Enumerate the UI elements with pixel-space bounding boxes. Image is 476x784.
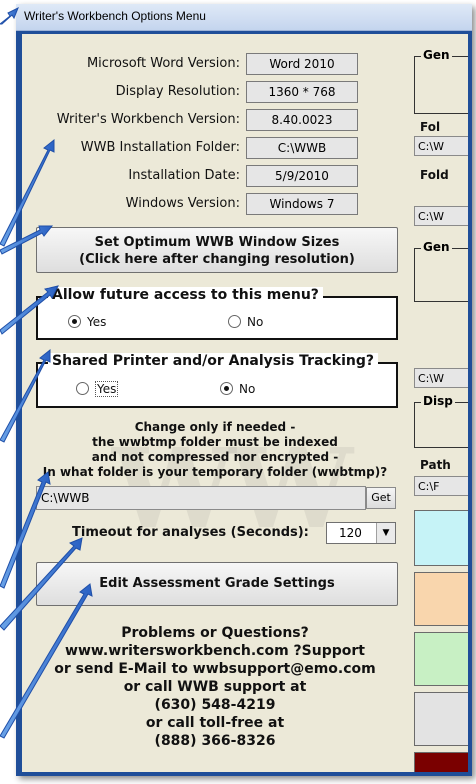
optimum-button-line1: Set Optimum WWB Window Sizes bbox=[94, 235, 340, 250]
installation-date-label: Installation Date: bbox=[128, 168, 240, 183]
help-email-link[interactable]: or send E-Mail to wwbsupport@emo.com bbox=[22, 660, 408, 678]
installation-folder-value: C:\WWB bbox=[246, 137, 358, 159]
right-field1[interactable]: C:\W bbox=[414, 136, 468, 156]
windows-version-label: Windows Version: bbox=[125, 196, 240, 211]
help-line6: or call toll-free at bbox=[145, 715, 285, 731]
shared-printer-no-label: No bbox=[239, 382, 256, 396]
temp-note-line4: In what folder is your temporary folder … bbox=[42, 465, 388, 479]
radio-empty-icon bbox=[228, 315, 241, 328]
right-general-group-2: Gen bbox=[414, 240, 468, 302]
radio-empty-icon bbox=[76, 382, 89, 395]
installation-date-value: 5/9/2010 bbox=[246, 165, 358, 187]
title-bar[interactable]: Writer's Workbench Options Menu bbox=[16, 4, 472, 31]
shared-printer-no-radio[interactable]: No bbox=[220, 382, 255, 396]
display-resolution-value: 1360 * 768 bbox=[246, 81, 358, 103]
installation-folder-label: WWB Installation Folder: bbox=[80, 140, 240, 155]
shared-printer-title: Shared Printer and/or Analysis Tracking? bbox=[48, 353, 379, 369]
help-website-link[interactable]: www.writersworkbench.com ?Support bbox=[22, 642, 408, 660]
help-text: Problems or Questions? www.writersworkbe… bbox=[22, 624, 408, 750]
color-swatch-green[interactable] bbox=[414, 632, 468, 686]
right-disp-title: Disp bbox=[421, 394, 455, 408]
right-path-label: Path bbox=[420, 458, 451, 472]
options-window: Writer's Workbench Options Menu WW Micro… bbox=[16, 4, 472, 776]
future-access-yes-radio[interactable]: Yes bbox=[68, 315, 106, 329]
windows-version-value: Windows 7 bbox=[246, 193, 358, 215]
future-access-group: Allow future access to this menu? Yes No bbox=[36, 287, 398, 340]
color-swatch-gray[interactable] bbox=[414, 692, 468, 746]
help-line4: or call WWB support at bbox=[123, 679, 307, 695]
get-folder-button[interactable]: Get bbox=[366, 487, 396, 509]
temp-note-line3: and not compressed nor encrypted - bbox=[91, 450, 339, 464]
right-gen1-title: Gen bbox=[421, 48, 452, 62]
right-general-group-1: Gen bbox=[414, 48, 468, 114]
word-version-value: Word 2010 bbox=[246, 53, 358, 75]
radio-selected-icon bbox=[68, 315, 81, 328]
wwb-version-value: 8.40.0023 bbox=[246, 109, 358, 131]
shared-printer-yes-label: Yes bbox=[95, 381, 119, 397]
color-swatch-cyan[interactable] bbox=[414, 510, 468, 566]
shared-printer-yes-radio[interactable]: Yes bbox=[76, 381, 119, 397]
shared-printer-group: Shared Printer and/or Analysis Tracking?… bbox=[36, 353, 398, 408]
help-tollfree-phone: (888) 366-8326 bbox=[154, 733, 276, 749]
right-gen2-title: Gen bbox=[421, 240, 452, 254]
radio-selected-icon bbox=[220, 382, 233, 395]
temp-folder-input[interactable]: C:\WWB bbox=[36, 486, 366, 510]
client-area: WW Microsoft Word Version: Word 2010 Dis… bbox=[22, 34, 468, 772]
display-resolution-label: Display Resolution: bbox=[115, 84, 240, 99]
right-field3[interactable]: C:\W bbox=[414, 368, 468, 388]
future-access-yes-label: Yes bbox=[87, 315, 107, 329]
main-panel: Microsoft Word Version: Word 2010 Displa… bbox=[22, 34, 408, 772]
future-access-no-label: No bbox=[247, 315, 264, 329]
help-line1: Problems or Questions? bbox=[121, 625, 309, 641]
future-access-title: Allow future access to this menu? bbox=[48, 287, 323, 303]
wwb-version-label: Writer's Workbench Version: bbox=[56, 112, 240, 127]
right-display-group: Disp bbox=[414, 394, 468, 448]
timeout-value: 120 bbox=[339, 526, 362, 540]
color-swatch-maroon[interactable] bbox=[414, 752, 468, 772]
chevron-down-icon[interactable]: ▼ bbox=[376, 523, 395, 543]
color-swatch-peach[interactable] bbox=[414, 572, 468, 626]
temp-folder-note: Change only if needed - the wwbtmp folde… bbox=[22, 420, 408, 480]
right-field2[interactable]: C:\W bbox=[414, 206, 468, 226]
right-field4[interactable]: C:\F bbox=[414, 476, 468, 496]
timeout-select[interactable]: 120 ▼ bbox=[326, 522, 396, 544]
right-fol2-label: Fold bbox=[420, 168, 449, 182]
window-title: Writer's Workbench Options Menu bbox=[24, 9, 206, 23]
set-optimum-sizes-button[interactable]: Set Optimum WWB Window Sizes (Click here… bbox=[36, 227, 398, 273]
optimum-button-line2: (Click here after changing resolution) bbox=[79, 252, 355, 267]
right-fol1-label: Fol bbox=[420, 120, 441, 134]
edit-grade-settings-button[interactable]: Edit Assessment Grade Settings bbox=[36, 562, 398, 606]
future-access-no-radio[interactable]: No bbox=[228, 315, 263, 329]
word-version-label: Microsoft Word Version: bbox=[86, 56, 240, 71]
temp-note-line2: the wwbtmp folder must be indexed bbox=[92, 435, 338, 449]
help-phone: (630) 548-4219 bbox=[154, 697, 276, 713]
temp-note-line1: Change only if needed - bbox=[134, 420, 296, 434]
timeout-label: Timeout for analyses (Seconds): bbox=[72, 525, 309, 540]
right-column-clipped: Gen Fol C:\W Fold C:\W Gen C:\W Disp Pat… bbox=[408, 34, 468, 772]
